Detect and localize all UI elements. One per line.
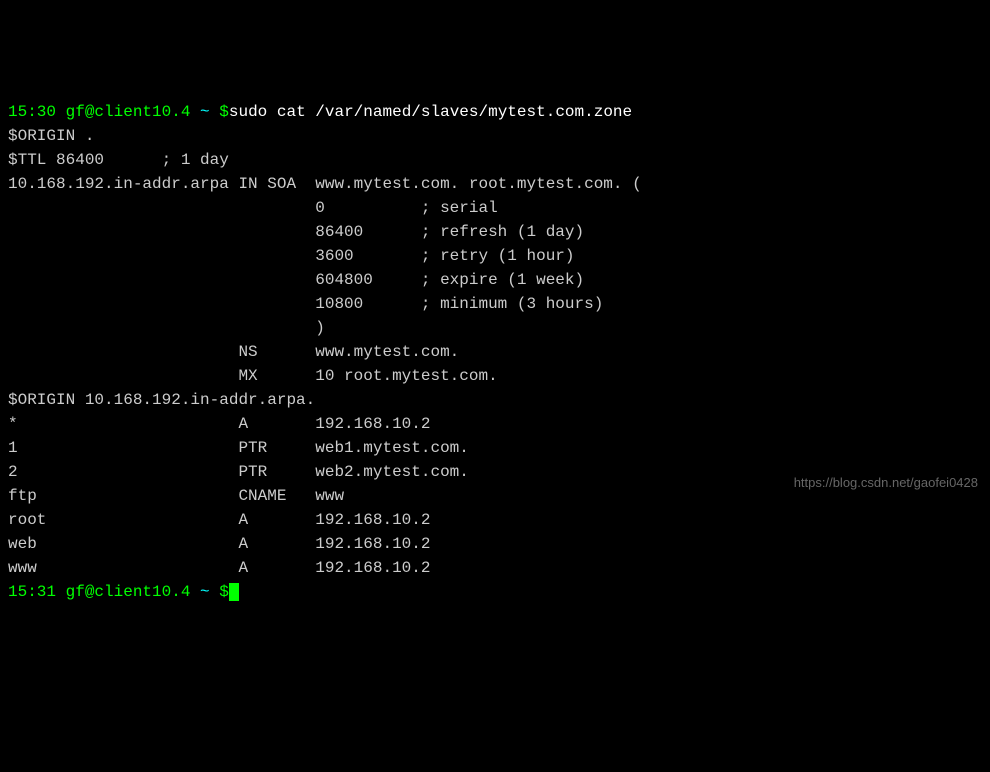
output-line: MX 10 root.mytest.com. (8, 367, 498, 385)
output-line: web A 192.168.10.2 (8, 535, 430, 553)
output-line: www A 192.168.10.2 (8, 559, 430, 577)
watermark-text: https://blog.csdn.net/gaofei0428 (794, 473, 978, 493)
output-line: 3600 ; retry (1 hour) (8, 247, 575, 265)
prompt-dollar: $ (219, 103, 229, 121)
prompt-time: 15:30 (8, 103, 56, 121)
output-line: NS www.mytest.com. (8, 343, 459, 361)
prompt-dollar: $ (219, 583, 229, 601)
prompt-time: 15:31 (8, 583, 56, 601)
terminal-output[interactable]: 15:30 gf@client10.4 ~ $sudo cat /var/nam… (8, 100, 982, 604)
cursor-icon (229, 583, 239, 601)
output-line: 604800 ; expire (1 week) (8, 271, 584, 289)
output-line: 0 ; serial (8, 199, 498, 217)
output-line: * A 192.168.10.2 (8, 415, 430, 433)
output-line: root A 192.168.10.2 (8, 511, 430, 529)
output-line: $TTL 86400 ; 1 day (8, 151, 229, 169)
prompt-path: ~ (200, 103, 219, 121)
output-line: ) (8, 319, 325, 337)
output-line: $ORIGIN 10.168.192.in-addr.arpa. (8, 391, 315, 409)
prompt-userhost: gf@client10.4 (56, 103, 200, 121)
prompt-path: ~ (200, 583, 219, 601)
prompt-userhost: gf@client10.4 (56, 583, 200, 601)
output-line: 2 PTR web2.mytest.com. (8, 463, 469, 481)
command-text: sudo cat /var/named/slaves/mytest.com.zo… (229, 103, 632, 121)
output-line: $ORIGIN . (8, 127, 94, 145)
output-line: 10800 ; minimum (3 hours) (8, 295, 603, 313)
output-line: 86400 ; refresh (1 day) (8, 223, 584, 241)
output-line: ftp CNAME www (8, 487, 344, 505)
output-line: 1 PTR web1.mytest.com. (8, 439, 469, 457)
output-line: 10.168.192.in-addr.arpa IN SOA www.mytes… (8, 175, 642, 193)
